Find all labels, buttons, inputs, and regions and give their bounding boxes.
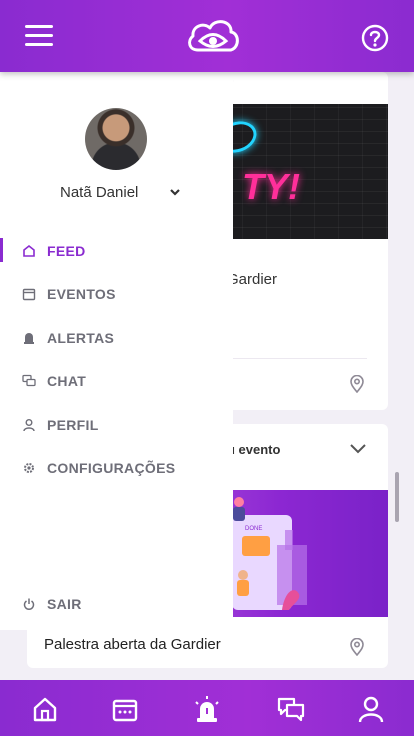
sidebar-item-alertas[interactable]: ALERTAS: [0, 324, 233, 352]
sidebar-item-feed[interactable]: FEED: [0, 237, 233, 265]
event-title: Palestra aberta da Gardier: [44, 636, 221, 653]
power-icon: [23, 598, 35, 610]
gear-icon: [24, 463, 34, 473]
chevron-down-icon[interactable]: [350, 444, 366, 454]
sidebar-item-perfil[interactable]: PERFIL: [0, 411, 233, 439]
location-pin-icon[interactable]: [349, 375, 365, 393]
location-pin-icon[interactable]: [349, 638, 365, 656]
home-icon[interactable]: [30, 694, 60, 724]
hamburger-icon[interactable]: [25, 25, 53, 47]
svg-text:DONE: DONE: [245, 526, 262, 532]
sidebar-item-eventos[interactable]: EVENTOS: [0, 280, 233, 308]
scrollbar[interactable]: [395, 472, 399, 522]
help-icon[interactable]: [361, 24, 389, 52]
chevron-down-icon[interactable]: [169, 187, 181, 197]
event-title: Gardier: [227, 271, 278, 288]
sidebar-item-label: EVENTOS: [47, 286, 116, 302]
bottom-navigation: [0, 680, 414, 736]
logout-button[interactable]: SAIR: [0, 590, 233, 618]
top-app-bar: [0, 0, 414, 72]
chat-icon[interactable]: [276, 694, 306, 724]
navigation-drawer: Natã Daniel FEED EVENTOS ALERTAS CHAT PE…: [0, 72, 233, 630]
alarm-icon[interactable]: [192, 694, 222, 724]
user-name[interactable]: Natã Daniel: [60, 184, 138, 201]
divider: [227, 358, 367, 359]
sidebar-item-chat[interactable]: CHAT: [0, 367, 233, 395]
bell-icon: [24, 333, 34, 344]
calendar-icon[interactable]: [110, 694, 140, 724]
calendar-icon: [22, 288, 36, 301]
sidebar-item-label: CONFIGURAÇÕES: [47, 460, 176, 476]
user-icon: [23, 419, 35, 432]
event-image-text: TY!: [242, 166, 300, 207]
logout-label: SAIR: [47, 596, 82, 612]
cloud-eye-logo: [188, 20, 239, 52]
chat-icon: [22, 374, 36, 387]
sidebar-item-label: FEED: [47, 243, 86, 259]
avatar[interactable]: [85, 108, 147, 170]
user-icon[interactable]: [356, 694, 386, 724]
sidebar-item-label: PERFIL: [47, 417, 99, 433]
sidebar-item-label: ALERTAS: [47, 330, 115, 346]
sidebar-item-label: CHAT: [47, 373, 87, 389]
home-icon: [23, 244, 35, 257]
event-card-header: u evento: [227, 442, 281, 457]
sidebar-item-configuracoes[interactable]: CONFIGURAÇÕES: [0, 454, 233, 482]
